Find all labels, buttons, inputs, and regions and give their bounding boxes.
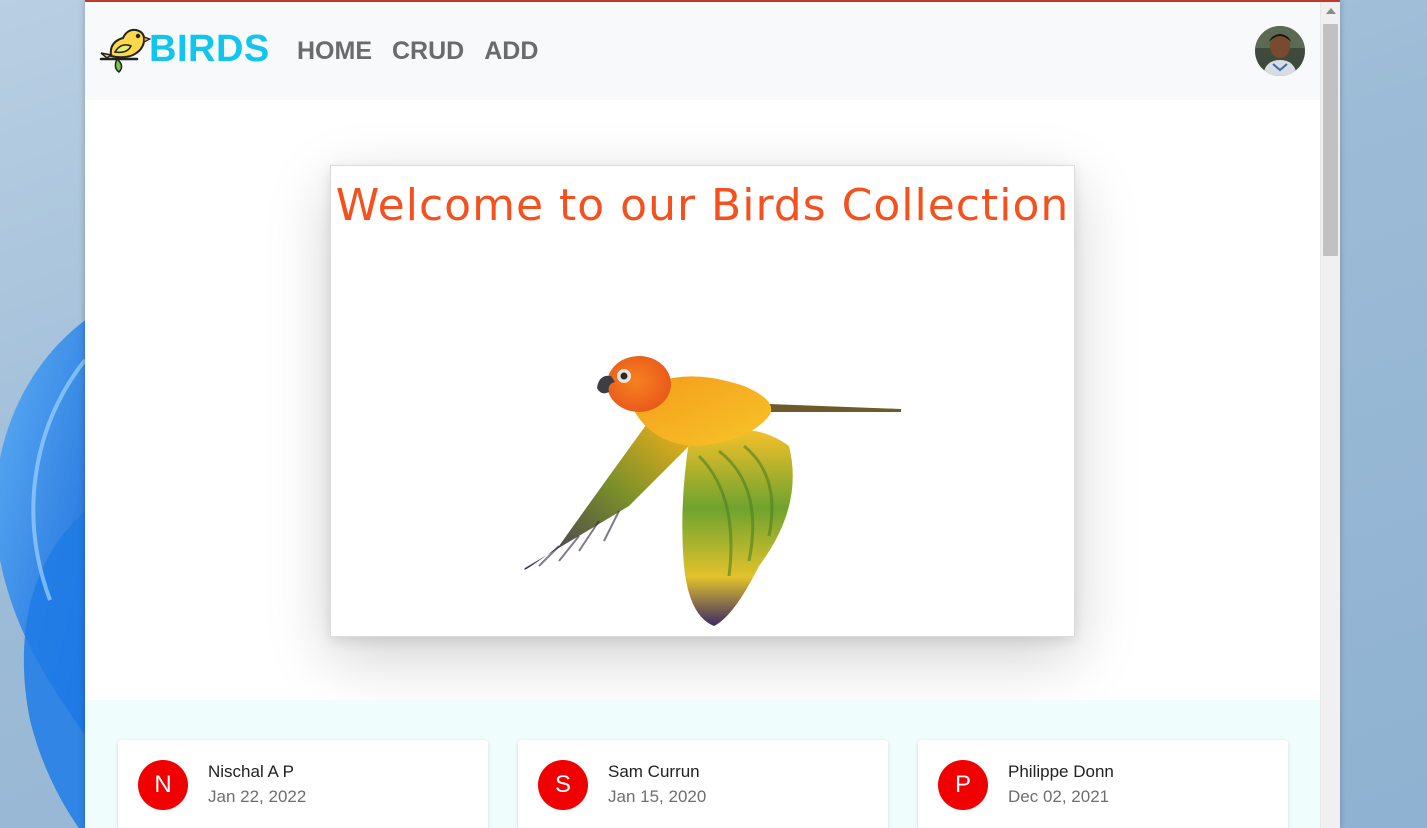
vertical-scrollbar[interactable] <box>1320 2 1340 828</box>
hero-title: Welcome to our Birds Collection <box>335 180 1070 231</box>
browser-window: BIRDS HOME CRUD ADD Welcome to our Birds… <box>85 0 1340 828</box>
post-avatar: S <box>538 760 588 810</box>
post-author-name: Nischal A P <box>208 762 294 781</box>
post-author-name: Philippe Donn <box>1008 762 1114 781</box>
nav-link-add[interactable]: ADD <box>484 35 538 67</box>
post-date: Jan 22, 2022 <box>208 787 307 806</box>
post-author-name: Sam Currun <box>608 762 700 781</box>
brand-name: BIRDS <box>149 28 270 70</box>
scroll-up-icon[interactable] <box>1326 8 1336 14</box>
post-date: Dec 02, 2021 <box>1008 787 1110 806</box>
post-card[interactable]: P Philippe Donn Dec 02, 2021 <box>918 740 1288 828</box>
user-photo-icon <box>1255 26 1305 76</box>
post-avatar: P <box>938 760 988 810</box>
post-avatar: N <box>138 760 188 810</box>
hero-section: Welcome to our Birds Collection <box>85 100 1320 700</box>
nav-link-crud[interactable]: CRUD <box>392 35 464 67</box>
page-viewport: BIRDS HOME CRUD ADD Welcome to our Birds… <box>85 2 1320 828</box>
nav-links: HOME CRUD ADD <box>297 35 538 67</box>
user-avatar[interactable] <box>1255 26 1305 76</box>
parrot-image <box>524 356 901 626</box>
post-card[interactable]: S Sam Currun Jan 15, 2020 <box>518 740 888 828</box>
hero-card: Welcome to our Birds Collection <box>330 165 1075 637</box>
scroll-thumb[interactable] <box>1323 24 1338 256</box>
brand[interactable]: BIRDS <box>99 24 270 74</box>
post-card[interactable]: N Nischal A P Jan 22, 2022 <box>118 740 488 828</box>
bird-logo-icon <box>99 28 151 73</box>
navbar: BIRDS HOME CRUD ADD <box>85 2 1320 100</box>
post-date: Jan 15, 2020 <box>608 787 707 806</box>
posts-section: N Nischal A P Jan 22, 2022 S Sam Currun … <box>85 700 1320 828</box>
nav-link-home[interactable]: HOME <box>297 35 372 67</box>
